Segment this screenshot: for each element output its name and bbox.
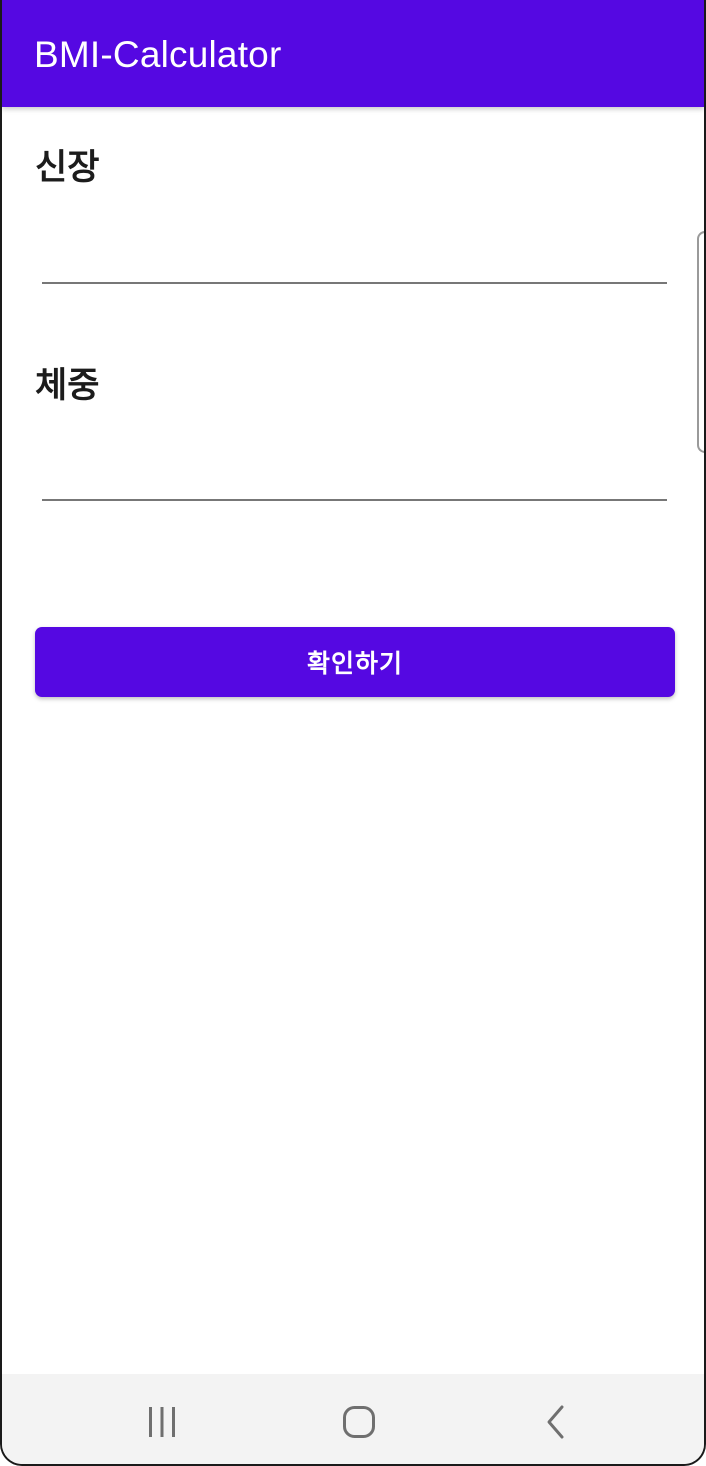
- home-button[interactable]: [329, 1392, 389, 1452]
- back-button[interactable]: [525, 1392, 585, 1452]
- back-icon: [547, 1405, 564, 1439]
- app-title: BMI-Calculator: [34, 34, 282, 75]
- app-bar: BMI-Calculator: [2, 0, 704, 107]
- weight-label: 체중: [35, 366, 100, 406]
- system-nav-bar: [2, 1374, 704, 1464]
- weight-input[interactable]: [42, 451, 667, 501]
- height-label: 신장: [35, 148, 100, 188]
- device-screen: BMI-Calculator 신장 체중 확인하기: [0, 0, 706, 1466]
- height-input[interactable]: [42, 234, 667, 284]
- home-icon: [343, 1406, 375, 1438]
- recents-icon: [149, 1407, 175, 1437]
- edge-scroll-handle[interactable]: [697, 231, 704, 453]
- recents-button[interactable]: [132, 1392, 192, 1452]
- confirm-button[interactable]: 확인하기: [35, 627, 675, 697]
